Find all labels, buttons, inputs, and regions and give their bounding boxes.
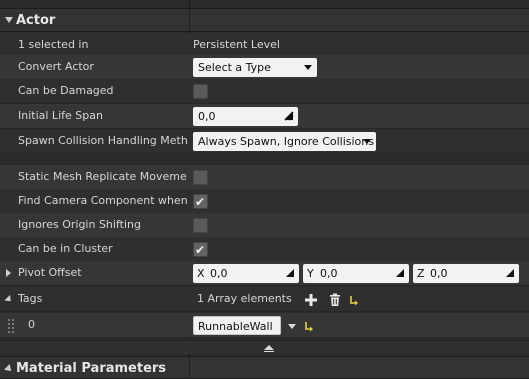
ignores-origin-checkbox[interactable] xyxy=(193,218,208,233)
collapse-arrow-icon[interactable] xyxy=(4,364,14,374)
find-camera-label: Find Camera Component when Vie xyxy=(18,194,187,207)
tags-label: Tags xyxy=(18,292,43,305)
row-pivot-offset: Pivot Offset X 0,0 Y 0,0 Z 0,0 xyxy=(0,261,529,286)
pivot-z-input[interactable]: Z 0,0 xyxy=(413,264,519,283)
row-convert-actor: Convert Actor Select a Type xyxy=(0,55,529,80)
drag-handle-icon[interactable] xyxy=(505,268,515,278)
x-axis-label: X xyxy=(197,267,205,280)
advanced-collapse-bar[interactable] xyxy=(0,340,529,354)
header-divider xyxy=(189,357,190,379)
row-static-mesh-replicate: Static Mesh Replicate Movement xyxy=(0,165,529,190)
collapse-arrow-icon[interactable] xyxy=(5,17,13,23)
row-find-camera: Find Camera Component when Vie ✔ xyxy=(0,189,529,214)
row-tags: Tags 1 Array elements xyxy=(0,287,529,312)
can-be-damaged-label: Can be Damaged xyxy=(18,84,114,97)
convert-actor-dropdown[interactable]: Select a Type xyxy=(193,58,317,77)
row-can-be-in-cluster: Can be in Cluster ✔ xyxy=(0,237,529,262)
convert-actor-label: Convert Actor xyxy=(18,60,94,73)
chevron-up-icon xyxy=(264,345,274,350)
plus-icon[interactable] xyxy=(304,293,318,307)
pivot-z-value: 0,0 xyxy=(430,267,448,280)
static-mesh-replicate-checkbox[interactable] xyxy=(193,170,208,185)
row-spawn-collision: Spawn Collision Handling Method Always S… xyxy=(0,129,529,154)
can-be-in-cluster-label: Can be in Cluster xyxy=(18,242,113,255)
ignores-origin-label: Ignores Origin Shifting xyxy=(18,218,141,231)
drag-handle-icon[interactable] xyxy=(395,268,405,278)
tags-count: 1 Array elements xyxy=(197,292,292,305)
pivot-y-value: 0,0 xyxy=(320,267,338,280)
find-camera-checkbox[interactable]: ✔ xyxy=(193,194,208,209)
pivot-x-input[interactable]: X 0,0 xyxy=(193,264,299,283)
header-divider xyxy=(189,9,190,31)
z-axis-label: Z xyxy=(417,267,425,280)
static-mesh-replicate-label: Static Mesh Replicate Movement xyxy=(18,170,187,183)
section-title: Actor xyxy=(16,13,56,28)
row-tag-element-0: 0 RunnableWall xyxy=(0,313,529,338)
reset-arrow-icon[interactable] xyxy=(349,293,359,307)
material-parameters-section-header[interactable]: Material Parameters xyxy=(0,356,529,379)
tag-value-input[interactable]: RunnableWall xyxy=(193,316,281,335)
trash-icon[interactable] xyxy=(328,293,342,307)
can-be-damaged-checkbox[interactable] xyxy=(193,84,208,99)
collapse-line xyxy=(264,351,274,352)
expand-arrow-icon[interactable] xyxy=(6,269,11,277)
pivot-y-input[interactable]: Y 0,0 xyxy=(303,264,409,283)
pivot-x-value: 0,0 xyxy=(210,267,228,280)
spawn-collision-dropdown[interactable]: Always Spawn, Ignore Collisions xyxy=(193,132,376,151)
drag-handle-icon[interactable] xyxy=(285,268,295,278)
pivot-offset-label: Pivot Offset xyxy=(18,266,82,279)
collapse-arrow-icon[interactable] xyxy=(4,294,14,305)
spawn-collision-value: Always Spawn, Ignore Collisions xyxy=(198,135,374,148)
row-ignores-origin: Ignores Origin Shifting xyxy=(0,213,529,238)
chevron-down-icon xyxy=(304,65,312,70)
initial-life-span-value: 0,0 xyxy=(198,110,216,123)
convert-actor-value: Select a Type xyxy=(198,61,271,74)
level-name: Persistent Level xyxy=(193,38,280,51)
section-title: Material Parameters xyxy=(16,361,167,376)
initial-life-span-label: Initial Life Span xyxy=(18,109,103,122)
reset-arrow-icon[interactable] xyxy=(304,319,314,333)
actor-section-header[interactable]: Actor xyxy=(0,8,529,32)
checkmark-icon: ✔ xyxy=(195,243,206,257)
chevron-down-icon[interactable] xyxy=(288,324,296,329)
tag-value: RunnableWall xyxy=(198,320,273,333)
drag-grip-icon[interactable] xyxy=(8,319,14,333)
checkmark-icon: ✔ xyxy=(195,195,206,209)
spawn-collision-label: Spawn Collision Handling Method xyxy=(18,134,187,147)
selected-in-label: 1 selected in xyxy=(18,38,89,51)
drag-handle-icon[interactable] xyxy=(284,111,294,121)
chevron-down-icon xyxy=(363,139,371,144)
initial-life-span-input[interactable]: 0,0 xyxy=(193,107,298,126)
can-be-in-cluster-checkbox[interactable]: ✔ xyxy=(193,242,208,257)
row-can-be-damaged: Can be Damaged xyxy=(0,79,529,104)
row-initial-life-span: Initial Life Span 0,0 xyxy=(0,104,529,129)
y-axis-label: Y xyxy=(307,267,314,280)
tag-index-label: 0 xyxy=(28,318,35,331)
